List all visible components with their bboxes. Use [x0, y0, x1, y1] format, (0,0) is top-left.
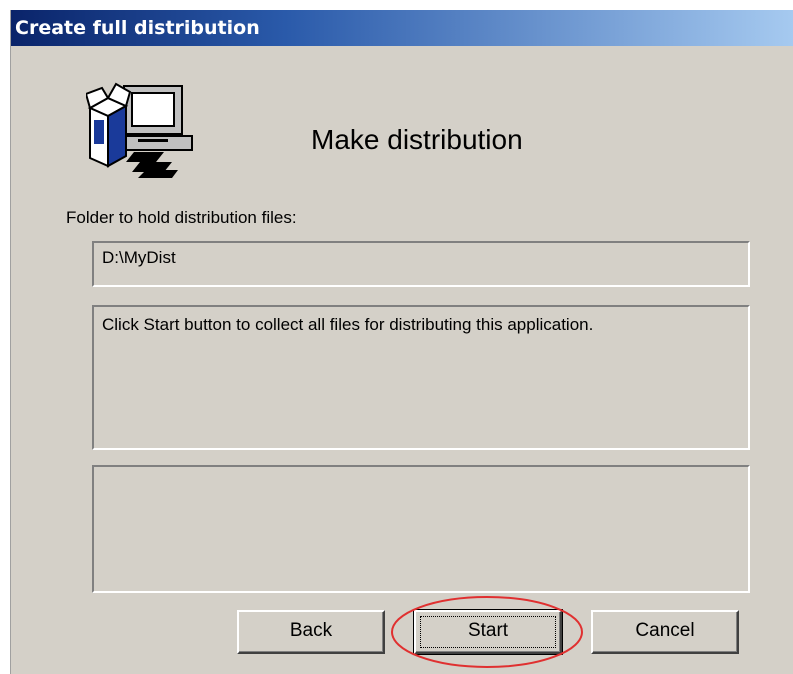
dialog-window: Create full distribution Make distributi… — [10, 10, 793, 674]
start-button[interactable]: Start — [413, 609, 563, 655]
computer-distribution-icon — [84, 80, 206, 180]
progress-log-box — [92, 465, 750, 593]
title-bar[interactable]: Create full distribution — [11, 10, 793, 46]
window-title: Create full distribution — [15, 17, 260, 39]
folder-label: Folder to hold distribution files: — [66, 208, 297, 227]
focus-rectangle — [420, 616, 556, 648]
back-button[interactable]: Back — [237, 610, 385, 654]
page-heading: Make distribution — [311, 124, 523, 155]
cancel-button[interactable]: Cancel — [591, 610, 739, 654]
instruction-message-box: Click Start button to collect all files … — [92, 305, 750, 450]
destination-folder-field[interactable]: D:\MyDist — [92, 241, 750, 287]
